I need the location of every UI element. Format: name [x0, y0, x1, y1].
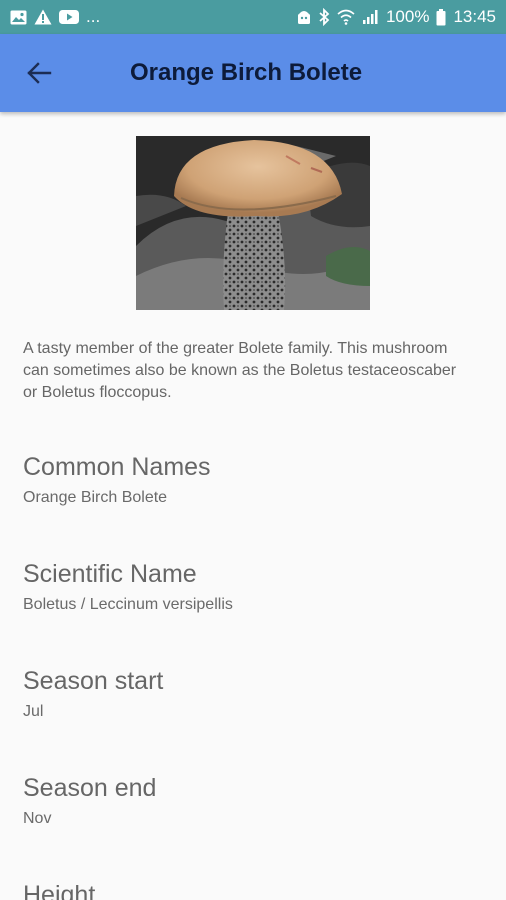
youtube-icon [59, 10, 79, 24]
signal-icon [362, 9, 379, 25]
scientific-name-section: Scientific Name Boletus / Leccinum versi… [23, 559, 483, 615]
season-end-label: Season end [23, 774, 157, 802]
overflow-indicator: ... [86, 7, 101, 26]
status-left: ... [10, 7, 100, 27]
season-start-section: Season start Jul [23, 666, 483, 722]
scientific-name-label: Scientific Name [23, 560, 197, 588]
detail-content: A tasty member of the greater Bolete fam… [0, 112, 506, 900]
page-title: Orange Birch Bolete [130, 59, 363, 86]
season-start-value: Jul [23, 703, 44, 720]
status-right: 100% 13:45 [297, 7, 496, 27]
mushroom-description: A tasty member of the greater Bolete fam… [23, 340, 457, 401]
mushroom-photo [136, 136, 370, 310]
season-end-section: Season end Nov [23, 773, 483, 829]
common-names-label: Common Names [23, 453, 211, 481]
android-icon [297, 9, 311, 25]
clock: 13:45 [453, 7, 496, 26]
warning-icon [34, 9, 52, 25]
common-names-section: Common Names Orange Birch Bolete [23, 452, 483, 508]
height-section: Height [23, 880, 483, 900]
common-names-value: Orange Birch Bolete [23, 489, 168, 506]
season-start-label: Season start [23, 667, 164, 695]
image-icon [10, 10, 27, 25]
back-button[interactable] [22, 58, 56, 88]
status-bar: ... 100% 13:45 [0, 0, 506, 34]
app-bar: Orange Birch Bolete [0, 34, 506, 112]
battery-icon [436, 8, 446, 26]
arrow-back-icon[interactable] [26, 61, 52, 85]
battery-percent: 100% [385, 7, 430, 26]
height-label: Height [23, 881, 96, 900]
wifi-icon [337, 9, 355, 25]
bluetooth-icon [318, 8, 330, 26]
season-end-value: Nov [23, 810, 52, 827]
scientific-name-value: Boletus / Leccinum versipellis [23, 596, 233, 613]
